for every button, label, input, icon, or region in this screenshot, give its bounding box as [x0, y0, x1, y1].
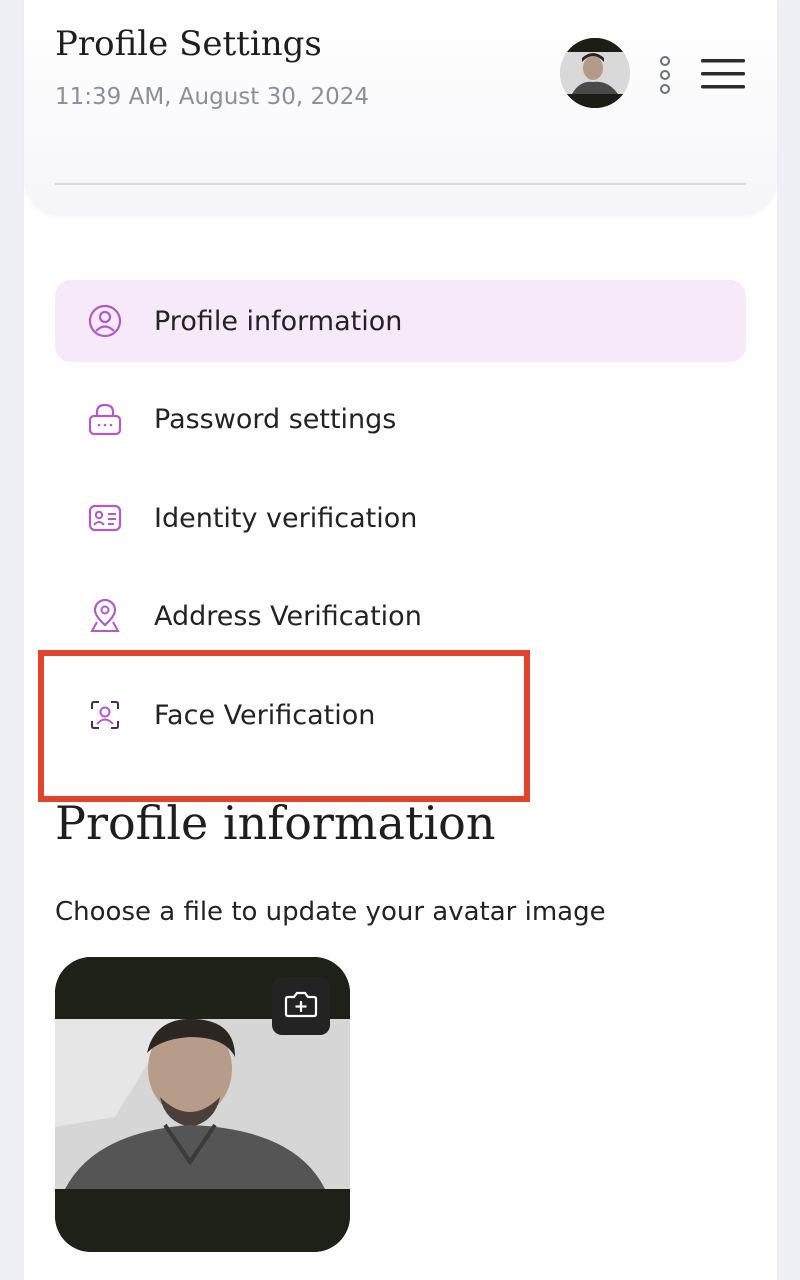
- menu-item-address-verification[interactable]: Address Verification: [55, 575, 746, 657]
- menu-item-face-verification[interactable]: Face Verification: [55, 674, 746, 756]
- menu-item-identity-verification[interactable]: Identity verification: [55, 477, 746, 559]
- page-title: Profile Settings: [55, 24, 322, 64]
- avatar-photo: [560, 38, 630, 108]
- face-scan-icon: [85, 695, 125, 735]
- change-avatar-button[interactable]: [272, 977, 330, 1035]
- avatar[interactable]: [560, 38, 630, 108]
- section-title: Profile information: [55, 796, 496, 850]
- more-options-icon[interactable]: [656, 56, 674, 96]
- menu-label: Face Verification: [154, 699, 376, 731]
- lock-icon: [85, 399, 125, 439]
- menu-label: Password settings: [154, 403, 397, 435]
- map-pin-icon: [85, 596, 125, 636]
- header-divider: [55, 183, 746, 185]
- menu-label: Identity verification: [154, 502, 418, 534]
- id-card-icon: [85, 498, 125, 538]
- menu-item-password-settings[interactable]: Password settings: [55, 378, 746, 460]
- camera-add-icon: [284, 989, 318, 1023]
- hamburger-menu-icon[interactable]: [700, 56, 746, 92]
- menu-label: Address Verification: [154, 600, 422, 632]
- menu-label: Profile information: [154, 305, 403, 337]
- menu-item-profile-information[interactable]: Profile information: [55, 280, 746, 362]
- user-circle-icon: [85, 301, 125, 341]
- timestamp: 11:39 AM, August 30, 2024: [55, 84, 370, 110]
- section-description: Choose a file to update your avatar imag…: [55, 897, 606, 927]
